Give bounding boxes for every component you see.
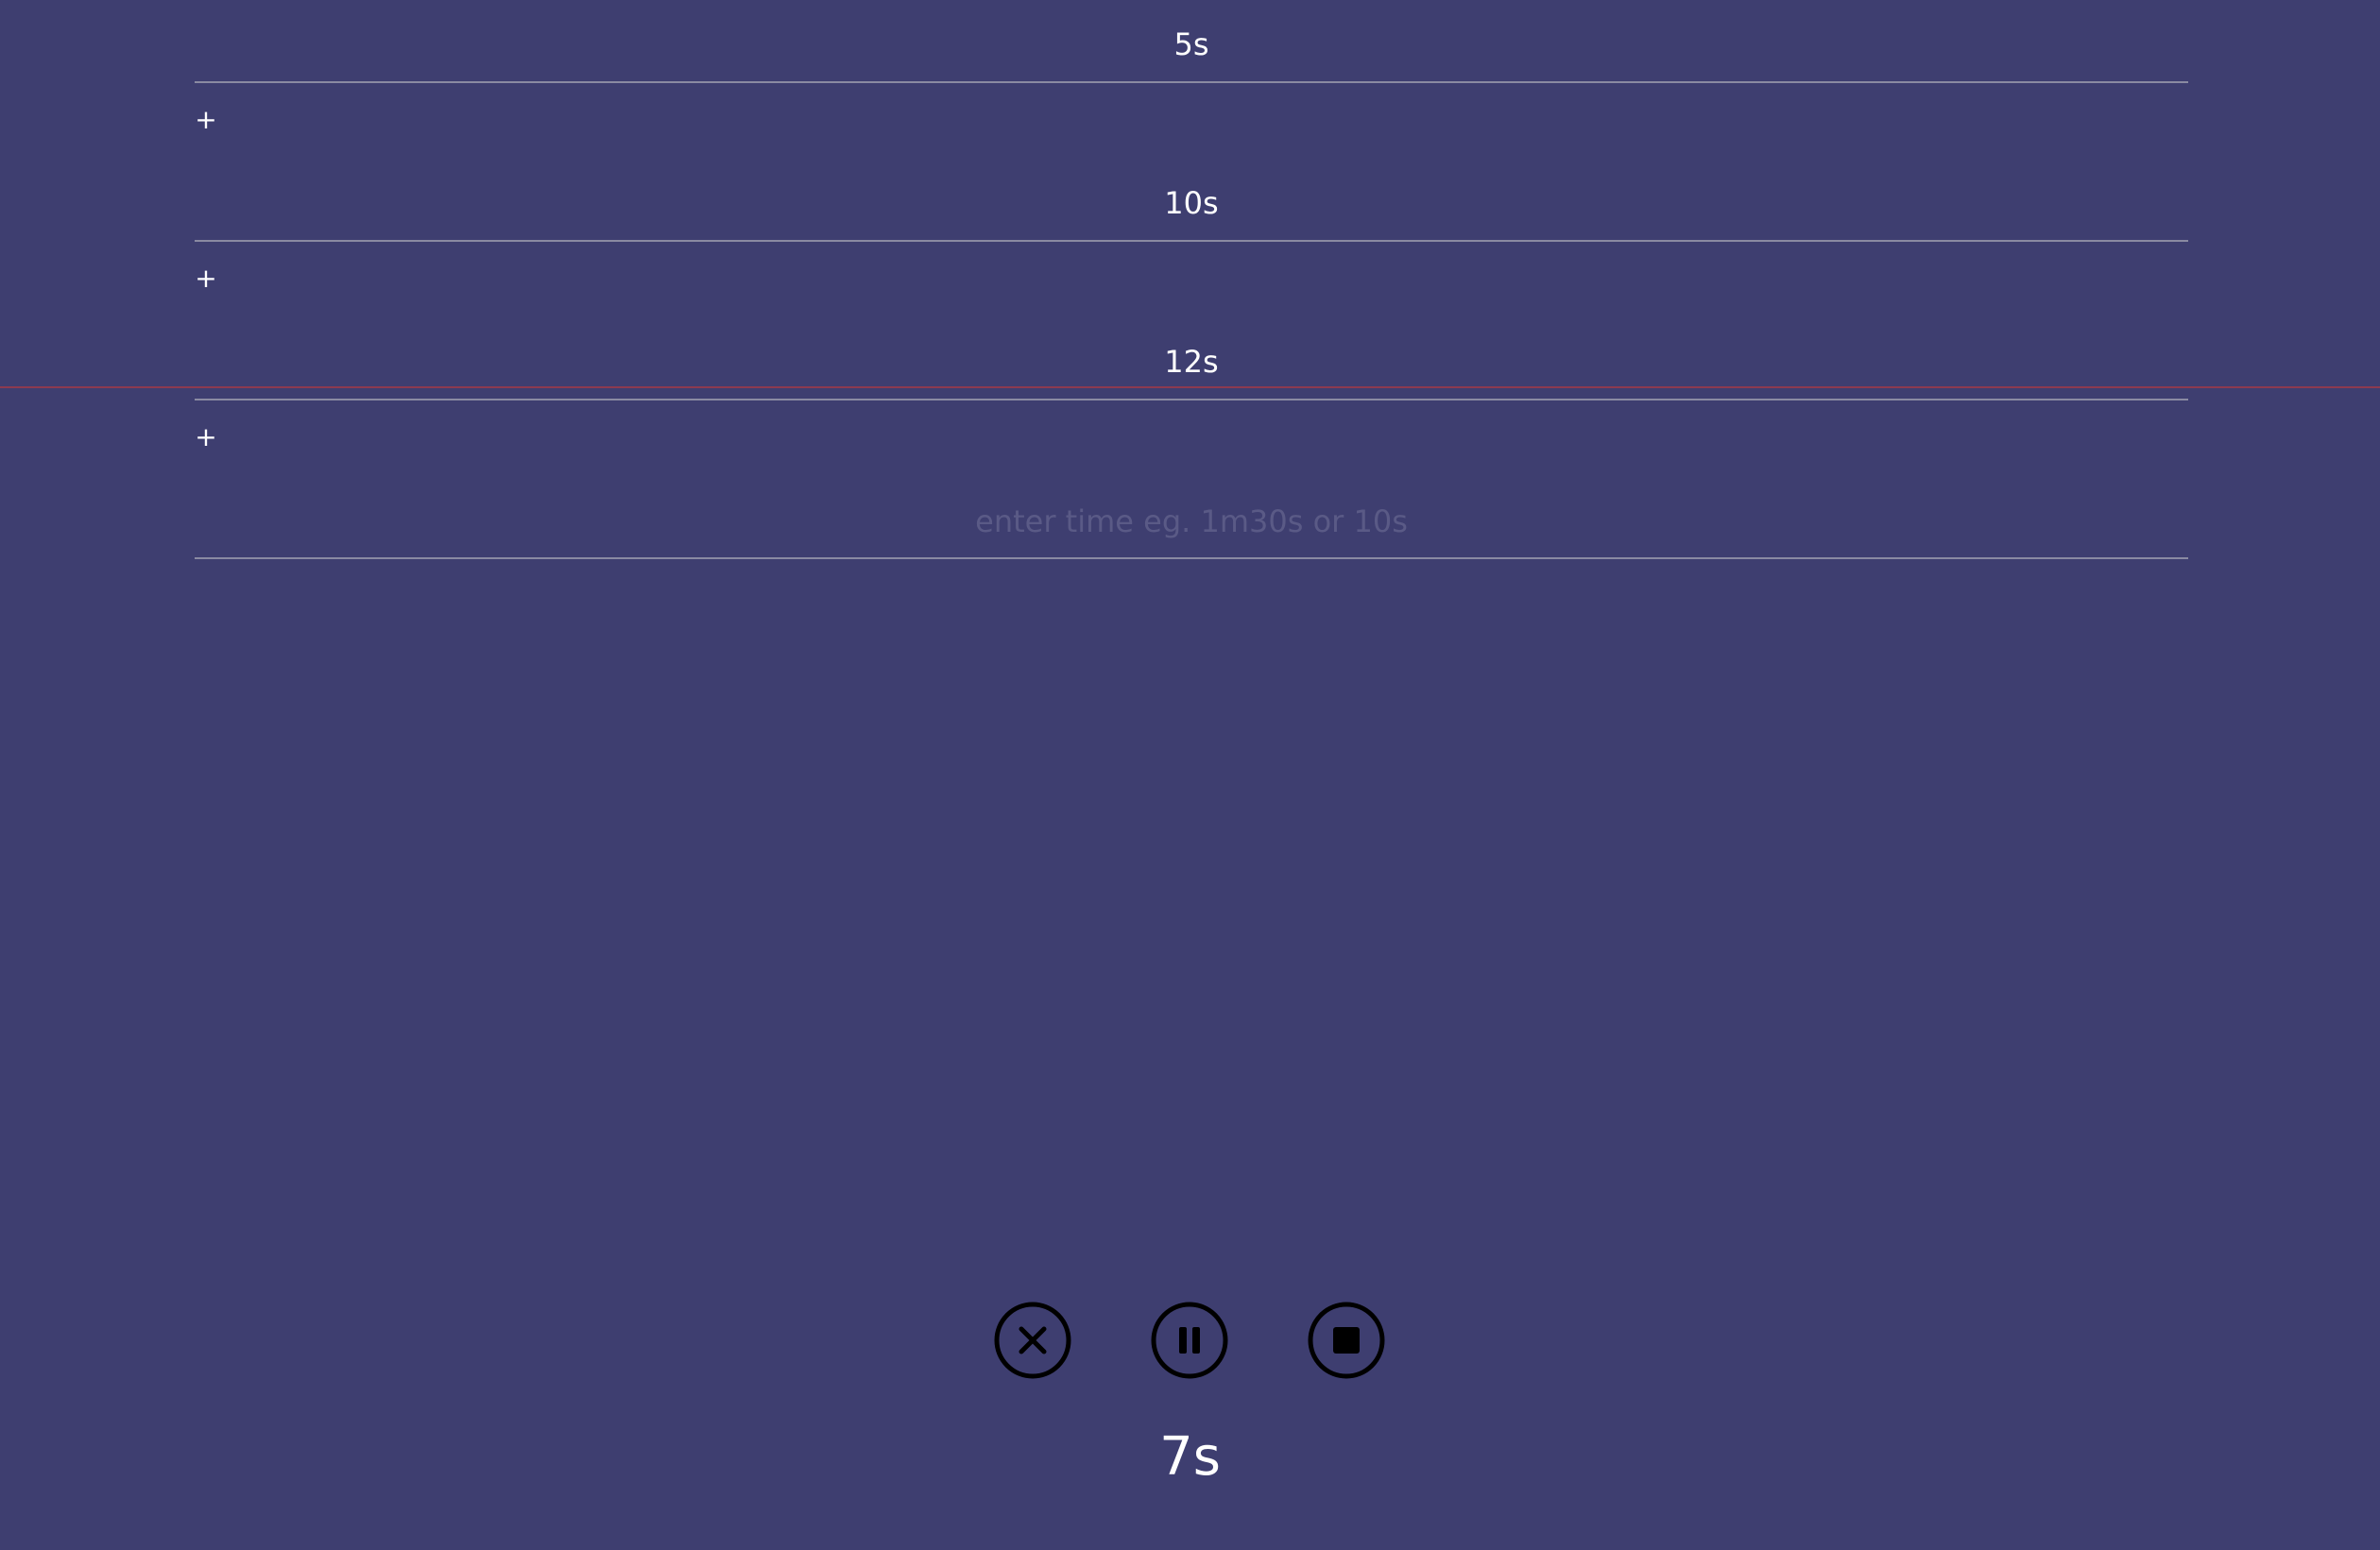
- add-timer-button[interactable]: +: [195, 264, 217, 293]
- timer-value[interactable]: 5s: [195, 26, 2188, 62]
- stop-button[interactable]: [1308, 1302, 1385, 1379]
- timer-row-3: 12s +: [195, 317, 2188, 476]
- timer-value[interactable]: 10s: [195, 185, 2188, 221]
- timer-value[interactable]: 12s: [195, 344, 2188, 380]
- playback-controls: [994, 1302, 1385, 1379]
- add-timer-button[interactable]: +: [195, 423, 217, 451]
- pause-circle-icon: [1151, 1302, 1228, 1379]
- stop-circle-icon: [1308, 1302, 1385, 1379]
- add-timer-button[interactable]: +: [195, 106, 217, 134]
- new-timer-field: [195, 476, 2188, 559]
- close-circle-icon: [994, 1302, 1071, 1379]
- new-timer-input[interactable]: [195, 501, 2188, 542]
- pause-button[interactable]: [1151, 1302, 1228, 1379]
- timer-field[interactable]: 5s: [195, 0, 2188, 83]
- progress-indicator-line: [0, 386, 2380, 388]
- elapsed-time-display: 7s: [1159, 1426, 1221, 1488]
- timer-row-1: 5s +: [195, 0, 2188, 159]
- timer-field[interactable]: 10s: [195, 159, 2188, 242]
- timer-row-2: 10s +: [195, 159, 2188, 317]
- cancel-button[interactable]: [994, 1302, 1071, 1379]
